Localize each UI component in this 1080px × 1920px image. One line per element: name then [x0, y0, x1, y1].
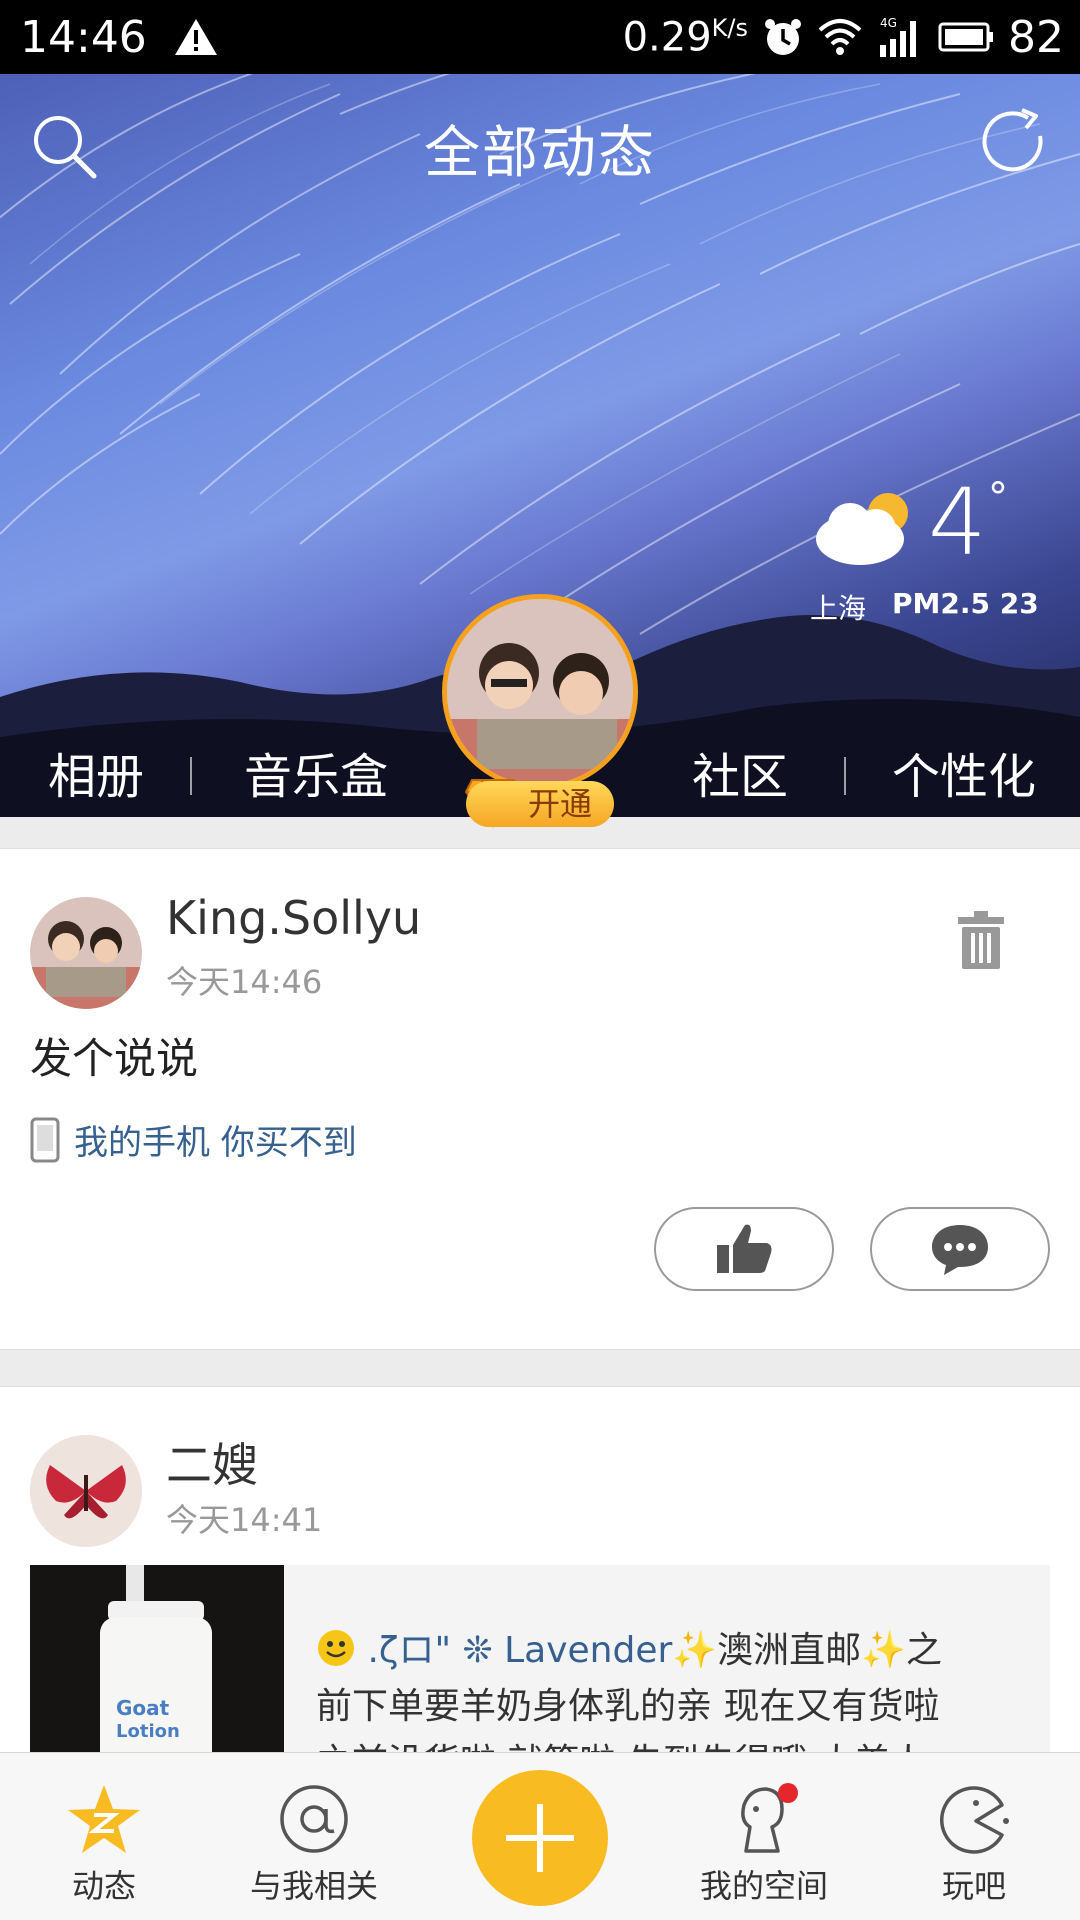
post-avatar[interactable]: [30, 1435, 142, 1547]
status-bar: 14:46 0.29K/s 4G 82: [0, 0, 1080, 74]
nav-personalize[interactable]: 个性化: [892, 737, 1036, 807]
post-username[interactable]: King.Sollyu: [166, 891, 421, 945]
weather-widget[interactable]: 4 ° 上海 PM2.5 23: [810, 469, 1040, 629]
like-button[interactable]: [654, 1207, 834, 1291]
smiley-emoji-icon: [316, 1628, 356, 1668]
weather-temperature: 4: [928, 469, 987, 576]
tab-feed[interactable]: 动态: [34, 1753, 174, 1920]
nav-album[interactable]: 相册: [48, 737, 144, 807]
shared-thumbnail: Goat Lotion: [30, 1565, 284, 1765]
feed-post: King.Sollyu 今天14:46 发个说说 我的手机 你买不到: [0, 848, 1080, 1350]
shared-brand: Lavender: [504, 1630, 673, 1671]
net-speed: 0.29K/s: [622, 13, 748, 61]
svg-text:Goat: Goat: [116, 1696, 170, 1720]
post-timestamp: 今天14:41: [166, 1501, 323, 1539]
pacman-icon: [940, 1786, 1009, 1854]
shared-content[interactable]: Goat Lotion .ζロ" ❊ Lavender✨澳洲直邮✨之 前下单要羊…: [30, 1565, 1050, 1783]
wifi-icon: [818, 19, 862, 55]
status-time: 14:46: [20, 11, 147, 63]
delete-post-button[interactable]: [958, 911, 1004, 969]
nav-divider: [844, 757, 846, 795]
phone-icon: [30, 1117, 60, 1162]
post-avatar[interactable]: [30, 897, 142, 1009]
post-timestamp: 今天14:46: [166, 963, 323, 1001]
degree-symbol: °: [988, 475, 1008, 521]
comment-button[interactable]: [870, 1207, 1050, 1291]
battery-level: 82: [1008, 11, 1064, 63]
thumbs-up-icon: [717, 1224, 772, 1273]
comment-bubble-icon: [932, 1225, 988, 1275]
tab-play[interactable]: 玩吧: [904, 1753, 1044, 1920]
nav-divider: [190, 757, 192, 795]
cell-signal-icon: 4G: [880, 16, 916, 57]
butterfly-avatar: [30, 1435, 142, 1547]
air-quality: PM2.5 23: [892, 587, 1039, 620]
svg-text:4G: 4G: [880, 16, 897, 30]
profile-avatar[interactable]: [442, 594, 638, 790]
tab-related[interactable]: 与我相关: [232, 1753, 396, 1920]
post-content: 发个说说: [30, 1034, 199, 1083]
weather-city: 上海: [810, 592, 867, 625]
nav-music-box[interactable]: 音乐盒: [244, 737, 388, 807]
qzone-star-icon: [68, 1785, 140, 1853]
warning-icon: [174, 19, 217, 55]
nav-community[interactable]: 社区: [692, 737, 788, 807]
svg-text:Lotion: Lotion: [116, 1721, 180, 1742]
my-space-icon: [741, 1783, 798, 1853]
at-icon: [280, 1785, 348, 1853]
partly-cloudy-icon: [816, 493, 908, 565]
alarm-icon: [765, 19, 801, 55]
battery-icon: [938, 22, 993, 52]
plus-icon: [506, 1804, 574, 1872]
vip-open-button[interactable]: 开通: [466, 781, 614, 827]
add-post-button[interactable]: [472, 1770, 608, 1906]
post-device-info: 我的手机 你买不到: [30, 1115, 357, 1164]
device-name[interactable]: 我的手机 你买不到: [74, 1115, 357, 1164]
tab-my-space[interactable]: 我的空间: [682, 1753, 846, 1920]
refresh-button[interactable]: [978, 106, 1052, 180]
post-username[interactable]: 二嫂: [166, 1429, 258, 1495]
page-title: 全部动态: [424, 121, 656, 186]
